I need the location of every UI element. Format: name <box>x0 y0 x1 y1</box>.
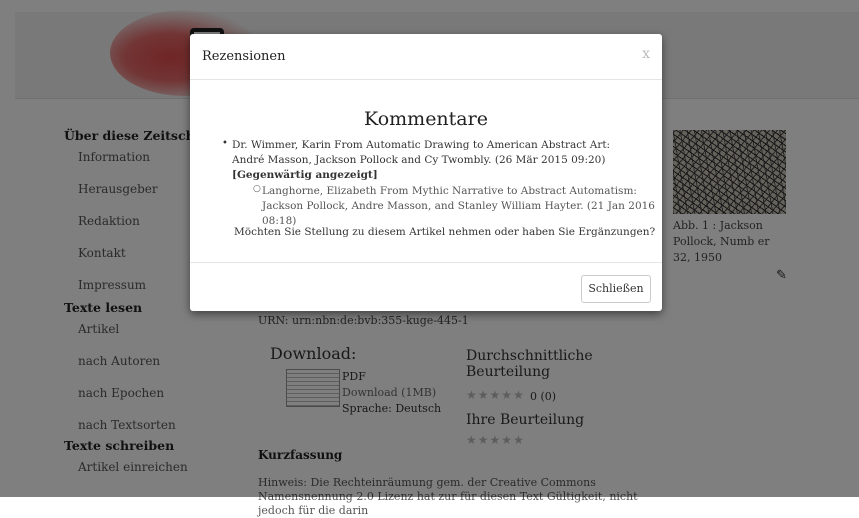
close-button[interactable]: Schließen <box>581 275 651 303</box>
modal-title: Rezensionen <box>202 49 286 64</box>
comment-reply-link[interactable]: Langhorne, Elizabeth From Mythic Narrati… <box>262 184 657 229</box>
bullet-icon: • <box>222 138 228 149</box>
sub-bullet-icon: ○ <box>253 184 261 194</box>
comment-text: Dr. Wimmer, Karin From Automatic Drawing… <box>232 139 611 166</box>
comments-heading: Kommentare <box>364 108 488 130</box>
close-icon[interactable]: x <box>642 46 650 62</box>
current-marker: [Gegenwärtig angezeigt] <box>232 169 378 181</box>
modal-header: Rezensionen x <box>190 34 662 80</box>
reviews-modal: Rezensionen x Kommentare • Dr. Wimmer, K… <box>190 34 662 311</box>
comment-prompt[interactable]: Möchten Sie Stellung zu diesem Artikel n… <box>234 226 655 238</box>
comment-item[interactable]: Dr. Wimmer, Karin From Automatic Drawing… <box>232 138 637 183</box>
modal-body: Kommentare • Dr. Wimmer, Karin From Auto… <box>190 80 662 262</box>
modal-footer: Schließen <box>190 262 662 312</box>
